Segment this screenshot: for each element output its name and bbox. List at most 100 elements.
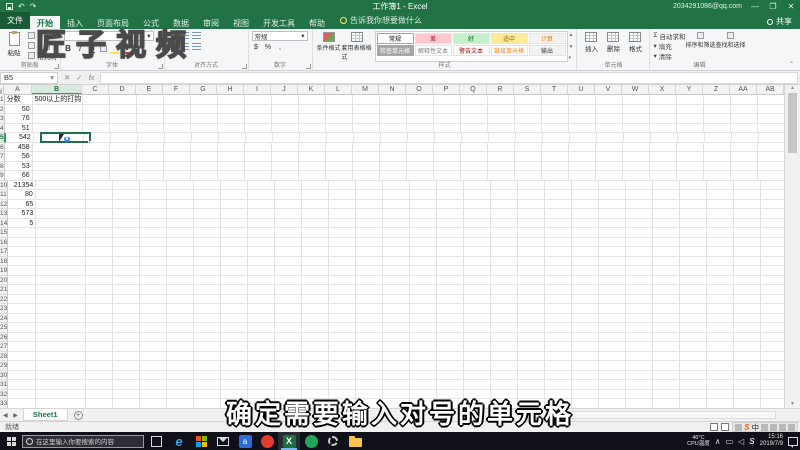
cell-G18[interactable] [194,256,222,266]
cell-F25[interactable] [167,323,195,333]
conditional-formatting-button[interactable]: 条件格式 [316,31,342,62]
cell-Q17[interactable] [464,247,492,257]
cell-K29[interactable] [302,361,330,371]
cell-M5[interactable] [353,133,381,143]
cell-S28[interactable] [518,351,546,361]
cell-E6[interactable] [136,142,164,152]
cell-H11[interactable] [220,190,248,200]
start-button[interactable] [0,432,22,450]
column-header-S[interactable]: S [514,85,541,94]
cell-Q26[interactable] [464,332,492,342]
cell-F31[interactable] [167,380,195,390]
cell-X5[interactable] [650,133,678,143]
cell-Q28[interactable] [464,351,492,361]
cell-A13[interactable]: 573 [8,209,37,219]
cell-G27[interactable] [194,342,222,352]
cell-R11[interactable] [490,190,518,200]
cell-X11[interactable] [652,190,680,200]
cell-A29[interactable] [8,361,37,371]
cell-Q16[interactable] [464,237,492,247]
cell-P8[interactable] [433,161,461,171]
cell-E15[interactable] [140,228,168,238]
cell-C19[interactable] [86,266,114,276]
cell-A7[interactable]: 56 [4,152,33,162]
cell-G12[interactable] [194,199,222,209]
cell-N16[interactable] [383,237,411,247]
cell-J15[interactable] [275,228,303,238]
cell-I27[interactable] [248,342,276,352]
cell-AB31[interactable] [761,380,784,390]
cell-T18[interactable] [545,256,573,266]
cell-C30[interactable] [86,370,114,380]
cell-B31[interactable] [36,380,87,390]
cell-C10[interactable] [86,180,114,190]
row-header-28[interactable]: 28 [0,351,9,361]
cell-W15[interactable] [626,228,654,238]
cell-H6[interactable] [217,142,245,152]
cell-F12[interactable] [167,199,195,209]
cell-I14[interactable] [248,218,276,228]
cell-J23[interactable] [275,304,303,314]
row-header-23[interactable]: 23 [0,304,9,314]
cell-P3[interactable] [433,114,461,124]
cell-K1[interactable] [298,95,326,105]
cell-P16[interactable] [437,237,465,247]
cell-H8[interactable] [217,161,245,171]
paste-button[interactable]: 粘贴 [3,31,25,62]
cell-A25[interactable] [8,323,37,333]
cell-K12[interactable] [302,199,330,209]
cell-U30[interactable] [572,370,600,380]
cell-Z6[interactable] [703,142,731,152]
cell-Z14[interactable] [707,218,735,228]
cell-B25[interactable] [36,323,87,333]
cell-I30[interactable] [248,370,276,380]
cell-I22[interactable] [248,294,276,304]
cell-AA30[interactable] [734,370,762,380]
cell-K2[interactable] [298,104,326,114]
cell-R22[interactable] [491,294,519,304]
cell-N13[interactable] [383,209,411,219]
cell-AB1[interactable] [757,95,784,105]
taskbar-search[interactable]: 在这里输入你要搜索的内容 [22,434,144,448]
cell-A22[interactable] [8,294,37,304]
row-header-18[interactable]: 18 [0,256,9,266]
cell-AA27[interactable] [734,342,762,352]
cell-AB11[interactable] [760,190,784,200]
cell-U8[interactable] [568,161,596,171]
column-header-I[interactable]: I [244,85,271,94]
cell-U7[interactable] [568,152,596,162]
cell-T15[interactable] [545,228,573,238]
cell-A21[interactable] [8,285,37,295]
cell-V17[interactable] [599,247,627,257]
cell-N24[interactable] [383,313,411,323]
cell-B27[interactable] [36,342,87,352]
column-header-Q[interactable]: Q [460,85,487,94]
cell-R16[interactable] [491,237,519,247]
underline-button[interactable]: U [88,44,97,53]
row-header-24[interactable]: 24 [0,313,9,323]
cell-X3[interactable] [649,114,677,124]
cell-O30[interactable] [410,370,438,380]
cell-G16[interactable] [194,237,222,247]
cell-G1[interactable] [190,95,218,105]
cell-U15[interactable] [572,228,600,238]
cell-H29[interactable] [221,361,249,371]
tell-me-search[interactable]: 告诉我你想要做什么 [340,15,422,29]
cell-T10[interactable] [545,180,573,190]
cell-P6[interactable] [433,142,461,152]
cell-Q9[interactable] [460,171,488,181]
cell-I20[interactable] [248,275,276,285]
cell-AA8[interactable] [730,161,758,171]
cell-D9[interactable] [109,171,137,181]
cell-Y12[interactable] [680,199,708,209]
cell-AA24[interactable] [734,313,762,323]
cell-U2[interactable] [568,104,596,114]
cell-J6[interactable] [271,142,299,152]
cell-B8[interactable] [32,161,83,171]
cell-E1[interactable] [136,95,164,105]
cell-J18[interactable] [275,256,303,266]
taskbar-app-settings[interactable] [322,432,344,450]
cell-R20[interactable] [491,275,519,285]
cell-U23[interactable] [572,304,600,314]
cell-O29[interactable] [410,361,438,371]
